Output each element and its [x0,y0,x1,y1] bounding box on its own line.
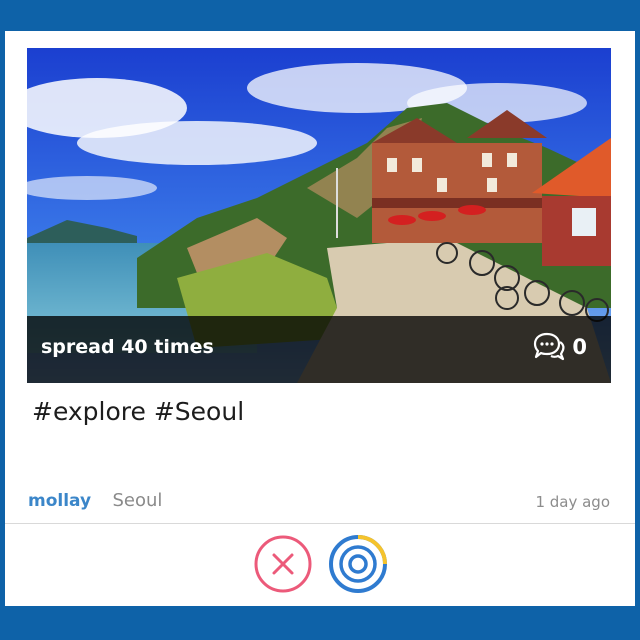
close-circle-icon [254,535,311,593]
author-link[interactable]: mollay [28,491,91,511]
dismiss-button[interactable] [253,534,313,594]
comment-count: 0 [572,335,587,359]
photo-caption-bar: spread 40 times 0 [27,316,611,383]
location-label: Seoul [112,490,163,511]
comments-button[interactable]: 0 [532,330,587,364]
timestamp: 1 day ago [535,493,610,511]
action-bar [5,534,635,598]
post-card: spread 40 times 0 #explore #Seoul mollay… [5,31,635,606]
divider [5,523,635,524]
spread-target-icon [328,535,387,593]
spread-button[interactable] [328,534,388,594]
post-hashtags[interactable]: #explore #Seoul [32,397,244,426]
spread-count-label: spread 40 times [41,336,214,358]
comment-bubbles-icon [532,332,566,362]
post-photo[interactable]: spread 40 times 0 [27,48,611,383]
